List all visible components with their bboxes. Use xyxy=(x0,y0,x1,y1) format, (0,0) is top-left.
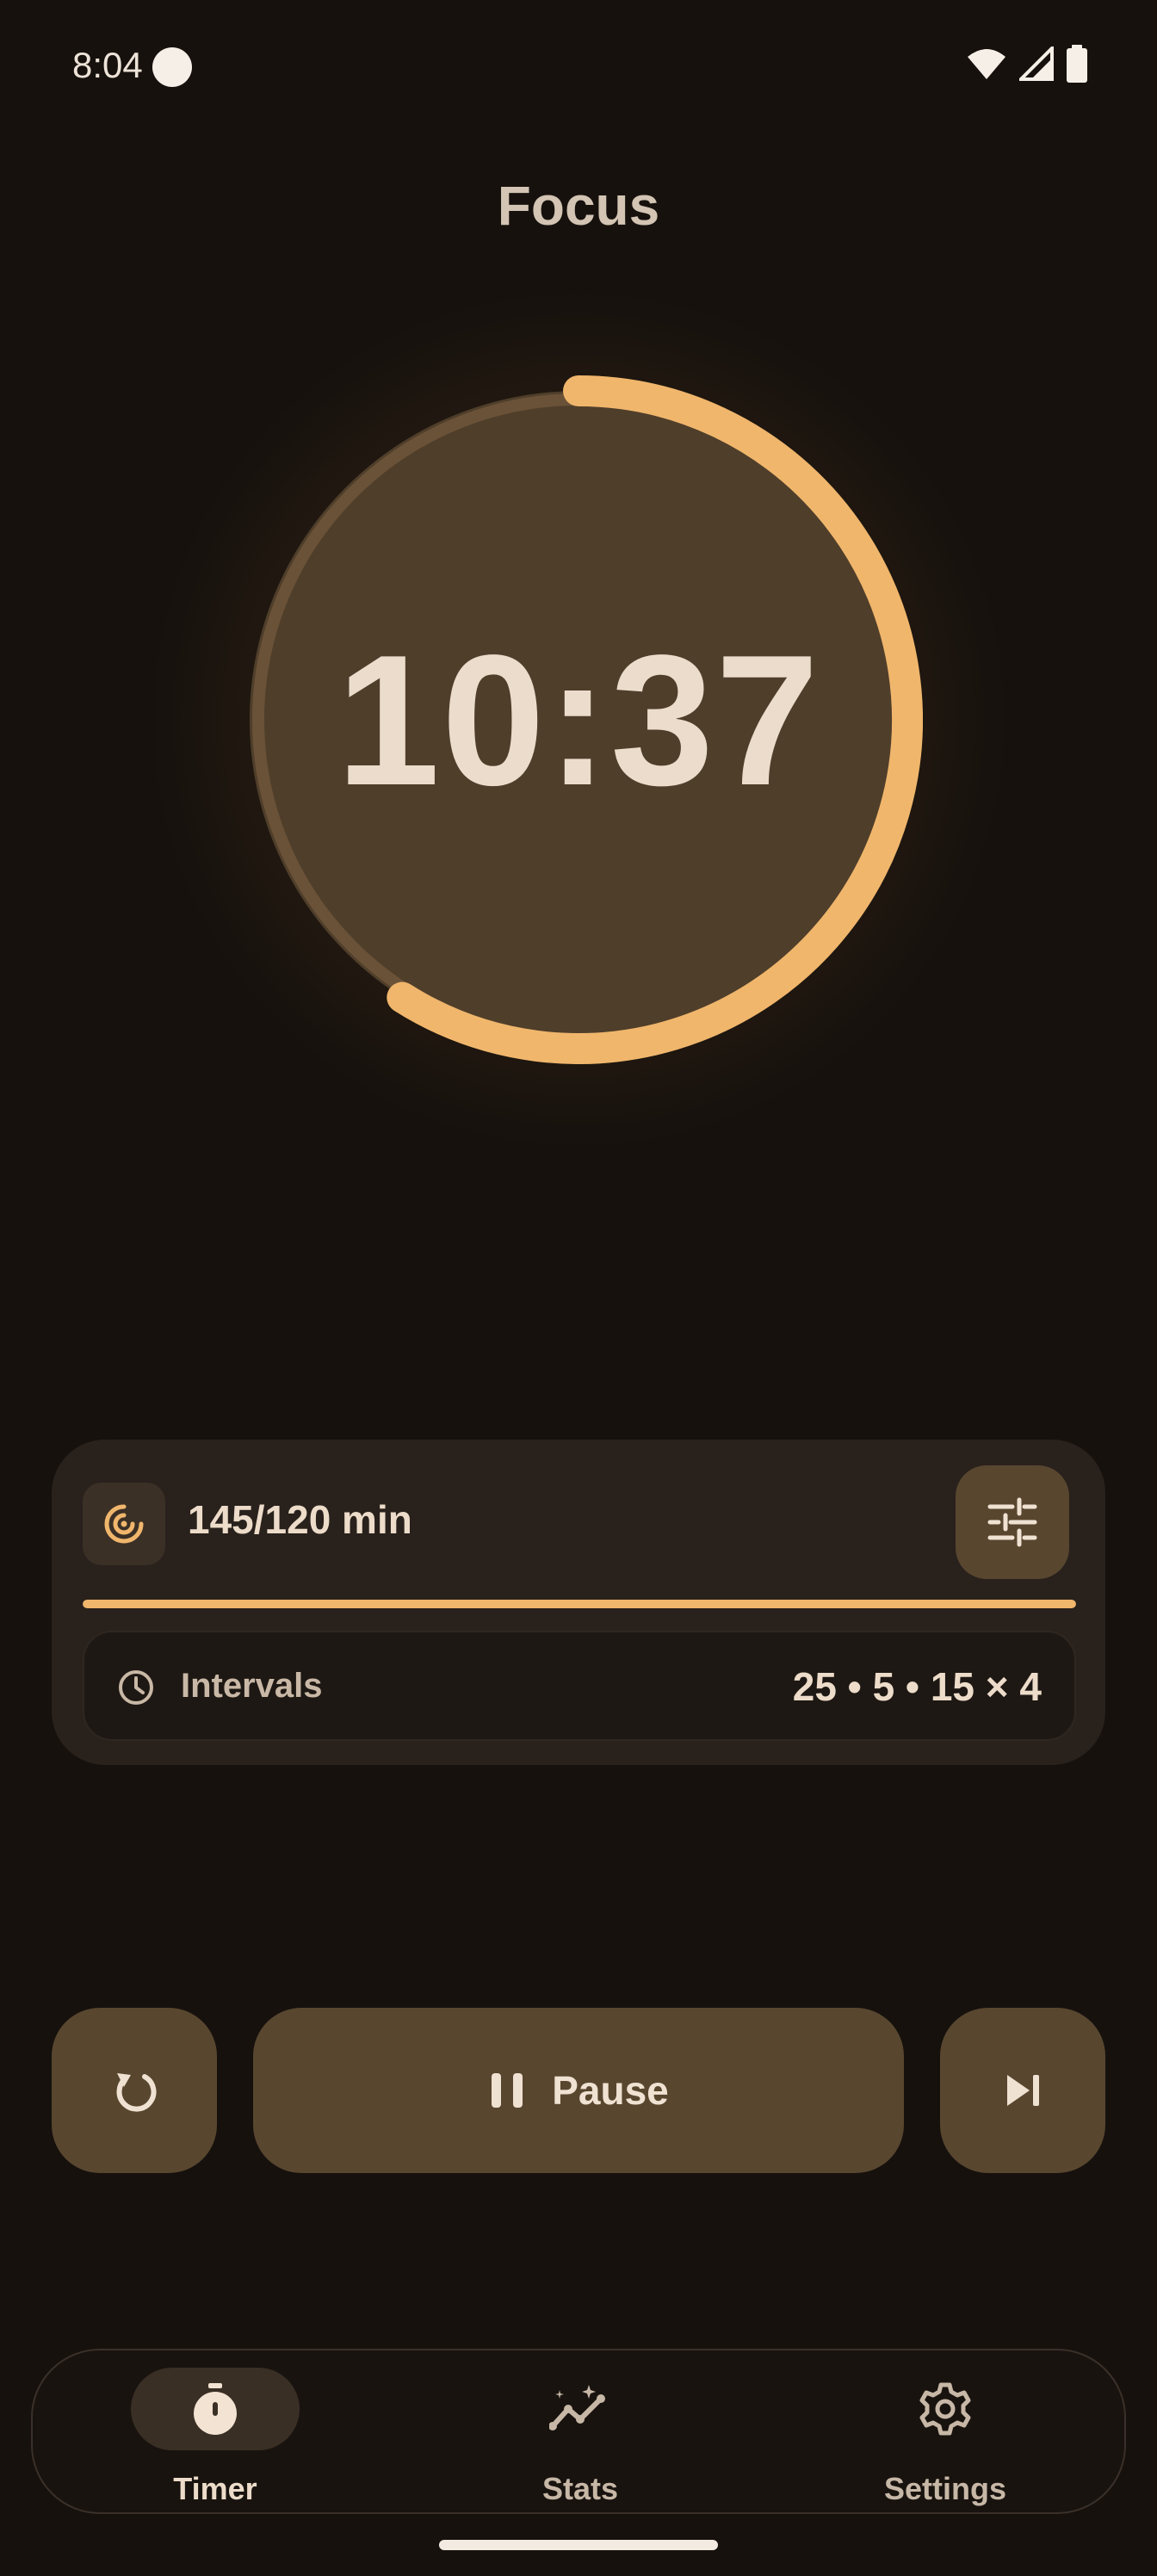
nav-item-stats[interactable]: Stats xyxy=(451,2350,709,2516)
goal-progress-text: 145/120 min xyxy=(188,1497,412,1542)
skip-button[interactable] xyxy=(940,2008,1105,2173)
home-indicator xyxy=(439,2540,718,2550)
bottom-nav: Timer Stats Settings xyxy=(31,2349,1126,2514)
tune-button[interactable] xyxy=(956,1465,1069,1579)
nav-label-settings: Settings xyxy=(883,2471,1006,2506)
intervals-row[interactable]: Intervals 25 • 5 • 15 × 4 xyxy=(83,1631,1076,1741)
nav-item-timer[interactable]: Timer xyxy=(86,2350,344,2516)
pause-label: Pause xyxy=(552,2068,669,2113)
stats-icon xyxy=(549,2385,605,2430)
pause-button[interactable]: Pause xyxy=(253,2008,904,2173)
notification-dot-icon xyxy=(152,47,192,87)
battery-icon xyxy=(1067,45,1087,83)
skip-next-icon xyxy=(1007,2075,1039,2106)
goal-icon-box xyxy=(83,1483,165,1565)
page-title: Focus xyxy=(497,175,660,237)
target-icon xyxy=(104,1504,144,1544)
nav-pill-settings xyxy=(861,2368,1030,2450)
wifi-icon xyxy=(968,49,1005,79)
nav-label-timer: Timer xyxy=(173,2471,257,2506)
timer-display: 10:37 xyxy=(336,616,821,824)
nav-pill-timer xyxy=(131,2368,300,2450)
stopwatch-icon xyxy=(194,2383,237,2435)
reset-icon xyxy=(116,2073,157,2112)
status-bar: 8:04 xyxy=(0,0,1157,138)
tune-sliders-icon xyxy=(987,1497,1037,1547)
intervals-value: 25 • 5 • 15 × 4 xyxy=(792,1664,1042,1709)
clock-icon xyxy=(119,1670,153,1705)
goal-card: 145/120 min Intervals 25 • 5 • 15 × 4 xyxy=(52,1440,1105,1765)
signal-icon xyxy=(1019,46,1054,81)
status-icons xyxy=(966,45,1088,83)
goal-progress-bar xyxy=(83,1600,1076,1608)
nav-label-stats: Stats xyxy=(541,2471,619,2506)
goal-progress-fill xyxy=(83,1600,1076,1608)
nav-pill-stats xyxy=(496,2368,665,2450)
status-time: 8:04 xyxy=(72,45,143,85)
reset-button[interactable] xyxy=(52,2008,217,2173)
nav-item-settings[interactable]: Settings xyxy=(816,2350,1074,2516)
pause-icon xyxy=(492,2073,523,2108)
gear-icon xyxy=(919,2382,971,2436)
intervals-label: Intervals xyxy=(181,1667,323,1705)
